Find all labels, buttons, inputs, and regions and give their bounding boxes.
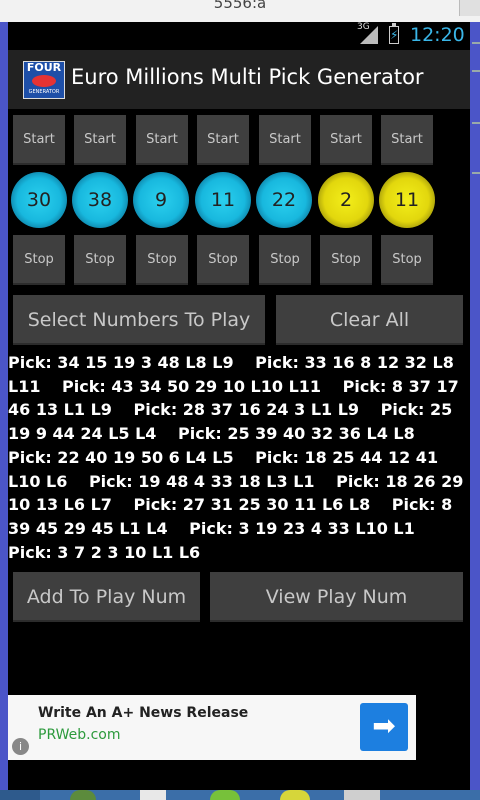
pick-item: Pick: 3 19 23 4 33 L10 L1 (189, 518, 415, 538)
pick-item: Pick: 19 48 4 33 18 L3 L1 (88, 471, 315, 491)
arrow-right-icon[interactable]: ➡ (360, 703, 408, 751)
taskbar (0, 790, 480, 800)
ad-headline: Write An A+ News Release (38, 705, 249, 721)
start-button-1[interactable]: Start (13, 115, 65, 165)
pick-item: Pick: 28 37 16 24 3 L1 L9 (133, 400, 360, 420)
lucky-star-ball-2: 11 (379, 172, 435, 228)
stop-button-7[interactable]: Stop (381, 235, 433, 285)
ad-banner[interactable]: Write An A+ News Release PRWeb.com ➡ i (8, 695, 416, 760)
pick-item: Pick: 3 7 2 3 10 L1 L6 (8, 542, 201, 562)
side-strip (470, 22, 480, 794)
android-icon[interactable] (210, 790, 240, 800)
browser-icon[interactable] (70, 790, 96, 800)
stop-button-6[interactable]: Stop (320, 235, 372, 285)
folder-icon[interactable] (140, 790, 166, 800)
picks-list: Pick: 34 15 19 3 48 L8 L9 Pick: 33 16 8 … (8, 351, 470, 567)
pick-item: Pick: 34 15 19 3 48 L8 L9 (8, 353, 234, 372)
clear-all-button[interactable]: Clear All (276, 295, 463, 345)
window-titlebar: 5556:a (0, 0, 480, 22)
pick-item: Pick: 43 34 50 29 10 L10 L11 (62, 376, 322, 396)
number-ball-3: 9 (133, 172, 189, 228)
window-control-button[interactable] (459, 0, 480, 16)
ad-url: PRWeb.com (38, 727, 121, 743)
number-ball-1: 30 (11, 172, 67, 228)
start-button-2[interactable]: Start (74, 115, 126, 165)
pick-item: Pick: 27 31 25 30 11 L6 L8 (133, 495, 371, 515)
select-numbers-button[interactable]: Select Numbers To Play (13, 295, 265, 345)
status-clock: 12:20 (410, 24, 465, 46)
app-title: Euro Millions Multi Pick Generator (71, 65, 424, 89)
stop-button-4[interactable]: Stop (197, 235, 249, 285)
stop-button-2[interactable]: Stop (74, 235, 126, 285)
stop-button-1[interactable]: Stop (13, 235, 65, 285)
app-icon[interactable] (280, 790, 310, 800)
start-menu-icon[interactable] (0, 790, 40, 800)
start-button-4[interactable]: Start (197, 115, 249, 165)
stop-button-5[interactable]: Stop (259, 235, 311, 285)
start-button-3[interactable]: Start (136, 115, 188, 165)
window-icon[interactable] (344, 790, 380, 800)
start-button-7[interactable]: Start (381, 115, 433, 165)
start-button-5[interactable]: Start (259, 115, 311, 165)
window-title: 5556:a (213, 0, 267, 12)
info-icon[interactable]: i (12, 738, 29, 755)
app-logo-icon: FOUR GENERATOR (23, 61, 65, 99)
device-screen: 3G ⚡ 12:20 FOUR GENERATOR Euro Millions … (8, 22, 470, 794)
stop-button-3[interactable]: Stop (136, 235, 188, 285)
status-bar: 3G ⚡ 12:20 (8, 22, 470, 49)
battery-icon: ⚡ (389, 23, 399, 44)
action-bar: FOUR GENERATOR Euro Millions Multi Pick … (8, 50, 470, 109)
pick-item: Pick: 25 39 40 32 36 L4 L8 (178, 424, 415, 444)
lucky-star-ball-1: 2 (318, 172, 374, 228)
start-button-6[interactable]: Start (320, 115, 372, 165)
pick-item: Pick: 22 40 19 50 6 L4 L5 (8, 447, 234, 467)
view-play-button[interactable]: View Play Num (210, 572, 463, 622)
number-ball-2: 38 (72, 172, 128, 228)
add-to-play-button[interactable]: Add To Play Num (13, 572, 200, 622)
number-ball-5: 22 (256, 172, 312, 228)
number-ball-4: 11 (195, 172, 251, 228)
signal-icon (360, 26, 378, 44)
